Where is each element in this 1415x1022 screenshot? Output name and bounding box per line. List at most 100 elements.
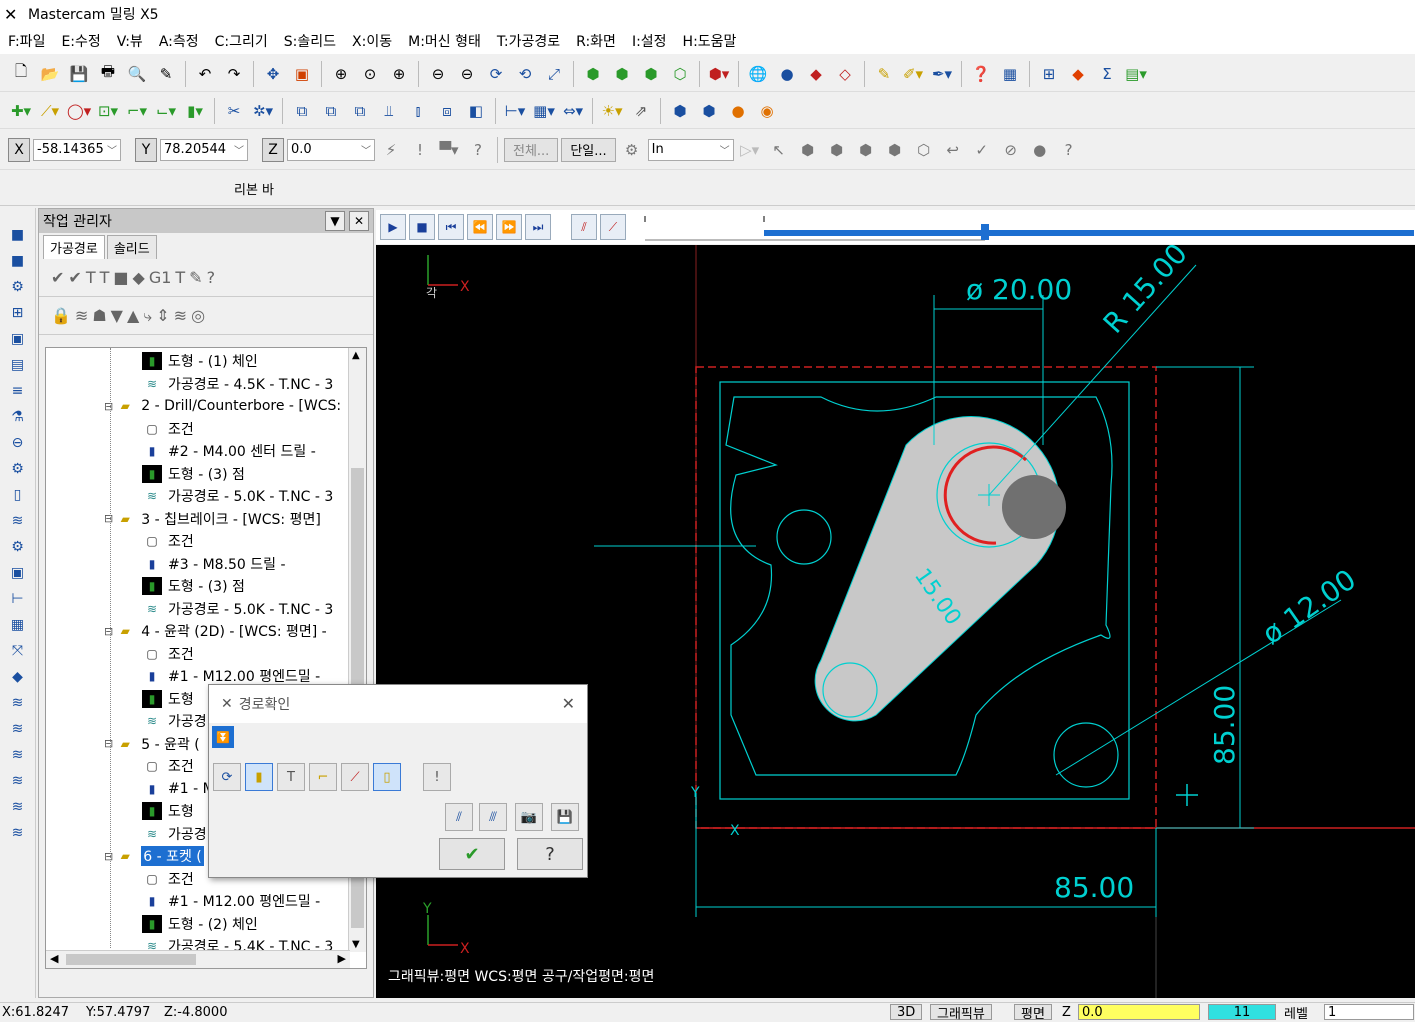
undo-select-icon[interactable]: ↩ (940, 137, 966, 163)
menu-item-3[interactable]: A:측정 (151, 31, 207, 51)
verify-ops-icon[interactable]: ◆ (133, 268, 145, 287)
left-tool-icon-7[interactable]: ⚗ (7, 406, 29, 428)
tree-item[interactable]: ▢ 조건 (142, 530, 193, 552)
globe-icon[interactable]: 🌐 (745, 61, 771, 87)
left-tool-icon-10[interactable]: ▯ (7, 484, 29, 506)
left-tool-icon-5[interactable]: ▤ (7, 354, 29, 376)
select-single-button[interactable]: 단일... (561, 137, 616, 162)
tab-toolpaths[interactable]: 가공경로 (43, 235, 105, 259)
rapid-icon[interactable]: ⌐ (309, 763, 337, 791)
chart-icon[interactable]: ▦ (997, 61, 1023, 87)
fillet-icon[interactable]: ⊡▾ (95, 98, 121, 124)
left-tool-icon-6[interactable]: ≡ (7, 380, 29, 402)
circle-icon[interactable]: ◯▾ (66, 98, 92, 124)
left-tool-icon-13[interactable]: ▣ (7, 562, 29, 584)
zoom-fit-icon[interactable]: ⊙ (357, 61, 383, 87)
wireframe-icon[interactable]: ◇ (832, 61, 858, 87)
tree-item[interactable]: ▮ 도형 - (1) 체인 (142, 350, 258, 372)
mirror-icon[interactable]: ⧉ (289, 98, 315, 124)
step-back-icon[interactable]: ⏪ (467, 214, 493, 240)
operation-node[interactable]: ⊟ ▰ 6 - 포켓 ( (104, 845, 204, 867)
exclaim-icon[interactable]: ! (407, 137, 433, 163)
left-tool-icon-19[interactable]: ≋ (7, 718, 29, 740)
menu-item-5[interactable]: S:솔리드 (276, 31, 344, 51)
tree-item[interactable]: ▮ 도형 - (3) 점 (142, 463, 245, 485)
align-icon[interactable]: ⇔▾ (560, 98, 586, 124)
help-small-icon[interactable]: ? (465, 137, 491, 163)
tree-item[interactable]: ▮ 도형 (142, 800, 194, 822)
left-tool-icon-0[interactable]: ■ (7, 224, 29, 246)
collapse-icon[interactable]: ⊟ (104, 512, 113, 525)
tab-solids[interactable]: 솔리드 (106, 235, 157, 259)
scale-icon[interactable]: ⧉ (347, 98, 373, 124)
verify-solid-icon[interactable]: ⬢ (696, 98, 722, 124)
tree-item[interactable]: ▮ #2 - M4.00 센터 드릴 - (142, 440, 316, 462)
ops-icon[interactable]: ⊞ (1036, 61, 1062, 87)
measure-icon[interactable]: ⇗ (628, 98, 654, 124)
view-rotate-icon[interactable]: ⟳ (483, 61, 509, 87)
tool-display-toggle-icon[interactable]: ▮ (245, 763, 273, 791)
select-all-button[interactable]: 전체... (504, 137, 559, 162)
plane-button[interactable]: 평면 (1014, 1004, 1052, 1022)
array-icon[interactable]: ⧈ (434, 98, 460, 124)
cleanup-icon[interactable]: ✎ (153, 61, 179, 87)
pointer-icon[interactable]: ↖ (766, 137, 792, 163)
selection-mode-select[interactable]: In ﹀ (647, 138, 734, 161)
machine-sim-icon[interactable]: ◉ (754, 98, 780, 124)
graphic-view-button[interactable]: 그래픽뷰 (930, 1004, 992, 1022)
light-icon[interactable]: ☀▾ (599, 98, 625, 124)
gear-icon[interactable]: ⚙ (619, 137, 645, 163)
tree-item[interactable]: ▢ 조건 (142, 755, 193, 777)
collapse-icon[interactable]: ⊟ (104, 850, 113, 863)
play-icon[interactable]: ▶ (380, 214, 406, 240)
level-input[interactable]: 1 (1324, 1004, 1414, 1020)
left-tool-icon-12[interactable]: ⚙ (7, 536, 29, 558)
trim-icon[interactable]: ✂ (221, 98, 247, 124)
left-tool-icon-2[interactable]: ⚙ (7, 276, 29, 298)
menu-item-11[interactable]: H:도움말 (675, 31, 745, 51)
pan-icon[interactable]: ✥ (260, 61, 286, 87)
print-icon[interactable]: 🖶 (95, 61, 121, 87)
wrap-icon[interactable]: ◧ (463, 98, 489, 124)
step-forward-icon[interactable]: ⏩ (496, 214, 522, 240)
left-tool-icon-17[interactable]: ◆ (7, 666, 29, 688)
toggle-display-icon[interactable]: ≋ (75, 306, 88, 325)
curve-icon[interactable]: ⌙▾ (153, 98, 179, 124)
zoom-out-icon[interactable]: ⊖ (425, 61, 451, 87)
loop-select-icon[interactable]: ⬡ (911, 137, 937, 163)
x-coordinate-input[interactable]: -58.14365 ﹀ (33, 138, 121, 161)
operation-node[interactable]: ⊟ ▰ 5 - 윤곽 ( (104, 733, 200, 755)
scroll-icon[interactable]: ⇕ (156, 306, 169, 325)
preview-icon[interactable]: 🔍 (124, 61, 150, 87)
sphere-icon[interactable]: ● (774, 61, 800, 87)
pencil-icon[interactable]: ✎ (871, 61, 897, 87)
step-path-icon[interactable]: ⫽ (445, 803, 473, 831)
level-number-select[interactable]: 11 (1208, 1004, 1276, 1020)
mode-3d-button[interactable]: 3D (890, 1004, 923, 1020)
left-tool-icon-4[interactable]: ▣ (7, 328, 29, 350)
panel-menu-icon[interactable]: ▼ (325, 211, 345, 231)
analyze-icon[interactable]: ❓ (968, 61, 994, 87)
tree-item[interactable]: ▮ 도형 (142, 688, 194, 710)
face-select-icon[interactable]: ⬢ (824, 137, 850, 163)
menu-item-7[interactable]: M:머신 형태 (400, 31, 489, 51)
help-button[interactable]: ? (517, 838, 583, 870)
open-file-icon[interactable]: 📂 (37, 61, 63, 87)
menu-item-9[interactable]: R:화면 (568, 31, 624, 51)
delete-ops-icon[interactable]: ✎ (189, 268, 202, 287)
left-tool-icon-21[interactable]: ≋ (7, 770, 29, 792)
line-icon[interactable]: ⟋▾ (37, 98, 63, 124)
view-top-icon[interactable]: ⟲ (512, 61, 538, 87)
post-ops-icon[interactable]: G1 (149, 268, 172, 287)
insert-arrow-icon[interactable]: ⤷ (143, 306, 152, 326)
menu-item-1[interactable]: E:수정 (53, 31, 108, 51)
grid-icon[interactable]: ▦▾ (531, 98, 557, 124)
operation-node[interactable]: ⊟ ▰ 4 - 윤곽 (2D) - [WCS: 평면] - (104, 620, 327, 642)
pen-icon[interactable]: ✒▾ (929, 61, 955, 87)
expand-icon[interactable]: ⏬ (212, 726, 234, 748)
select-mask-icon[interactable]: ▀▾ (436, 137, 462, 163)
zoom-window-icon[interactable]: ⊕ (328, 61, 354, 87)
menu-item-0[interactable]: F:파일 (0, 31, 53, 51)
regen-icon[interactable]: T (86, 268, 96, 287)
cancel-select-icon[interactable]: ⊘ (998, 137, 1024, 163)
